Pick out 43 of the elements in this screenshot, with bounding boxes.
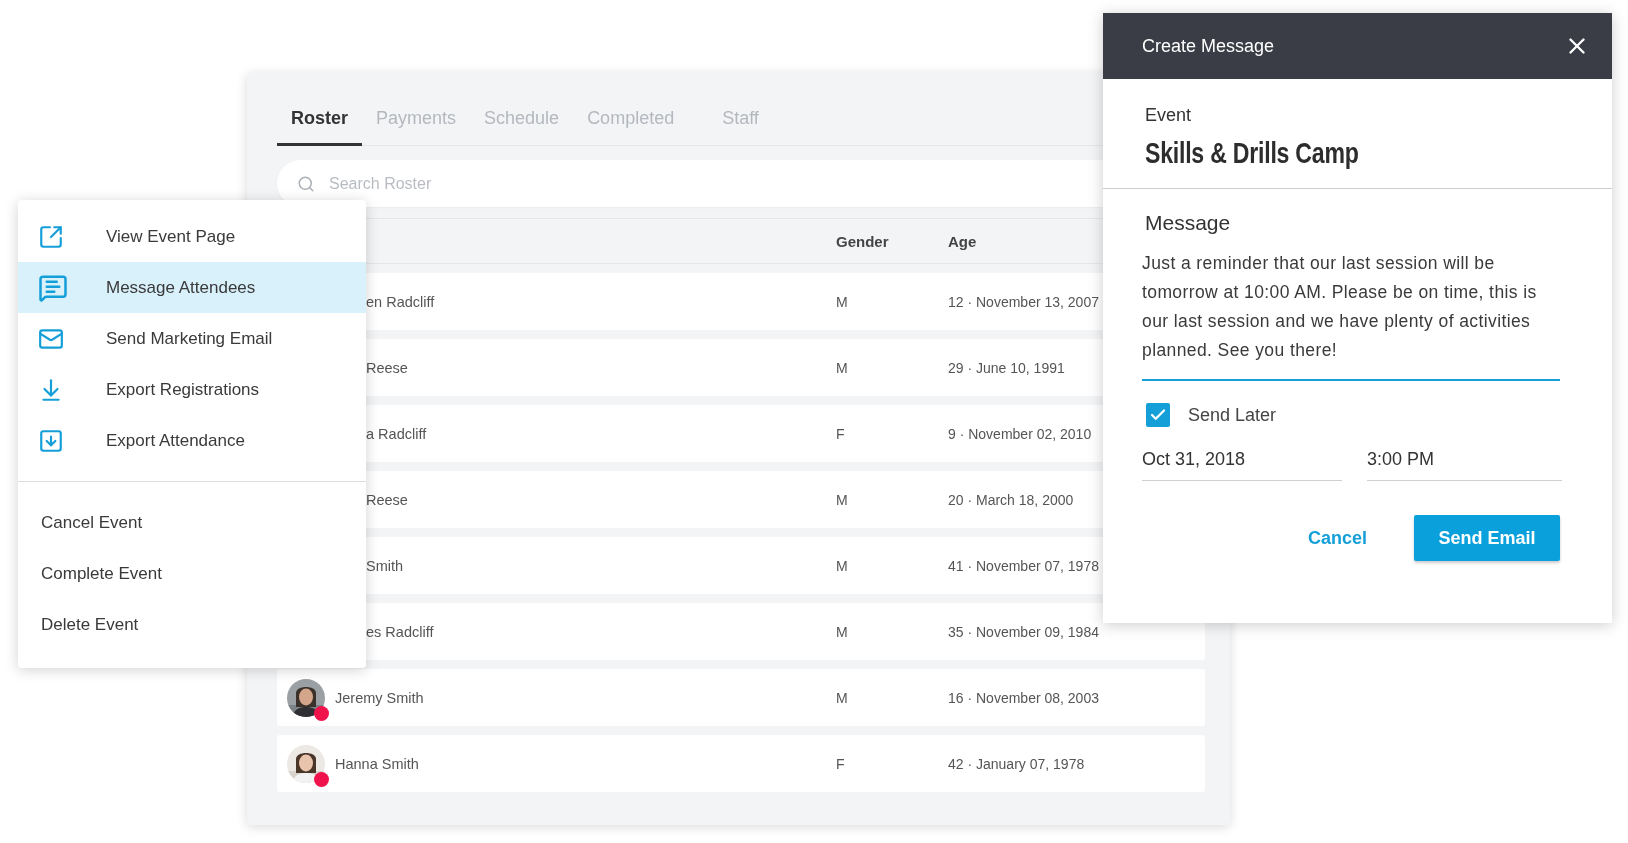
table-row[interactable]: Hanna Smith F 42 · January 07, 1978 [277,735,1205,792]
external-link-icon [38,223,64,250]
attendee-name: a Radcliff [366,425,427,442]
table-cell-text: M [836,293,849,310]
table-cell-text: M [836,557,849,574]
dialog-title: Create Message [1142,35,1275,57]
tab[interactable]: Roster [277,108,362,146]
table-cell-text: 29 · June 10, 1991 [948,359,1066,376]
table-cell-text: 42 · January 07, 1978 [948,755,1086,772]
attendee-name: Hanna Smith [335,755,419,772]
attendee-name: Smith [366,557,404,574]
attendee-name: Reese [366,491,408,508]
menu-item[interactable]: View Event Page [18,211,366,262]
date-field[interactable]: Oct 31, 2018 [1142,443,1342,481]
table-cell-text: 20 · March 18, 2000 [948,491,1075,508]
attendee-name: es Radcliff [366,623,434,640]
download-box-icon [38,427,64,454]
attendee-name: Reese [366,359,408,376]
search-input[interactable]: Search Roster [327,173,1205,194]
table-cell-text: F [836,425,846,442]
search-icon [297,174,315,193]
checkbox[interactable] [1146,403,1170,427]
time-field[interactable]: 3:00 PM [1367,443,1562,481]
attendee-name: Jeremy Smith [335,689,424,706]
table-cell-text: 12 · November 13, 2007 [948,293,1100,310]
menu-item[interactable]: Message Attendees [18,262,366,313]
event-name: Skills & Drills Camp [1145,136,1359,170]
table-cell-text: 9 · November 02, 2010 [948,425,1093,442]
field-label: Message [1144,211,1232,235]
table-cell-text: M [836,623,849,640]
table-row[interactable]: Jeremy Smith M 16 · November 08, 2003 [277,669,1205,726]
field-label: Event [1145,105,1193,126]
table-cell-text: M [836,689,849,706]
table-cell-text: 35 · November 09, 1984 [948,623,1100,640]
table-cell-text: F [836,755,846,772]
table-cell-text: 41 · November 07, 1978 [948,557,1100,574]
table-cell-text: 16 · November 08, 2003 [948,689,1100,706]
table-cell-text: M [836,491,849,508]
column-header: Age [948,232,978,250]
message-field[interactable]: Just a reminder that our last session will be tomorrow at 10:00 AM. Please be on time, this is our last session and we have plenty of activities planned. See you there! [1142,249,1560,381]
column-header: Gender [836,232,890,250]
table-cell-text: M [836,359,849,376]
attendee-name: en Radcliff [366,293,435,310]
